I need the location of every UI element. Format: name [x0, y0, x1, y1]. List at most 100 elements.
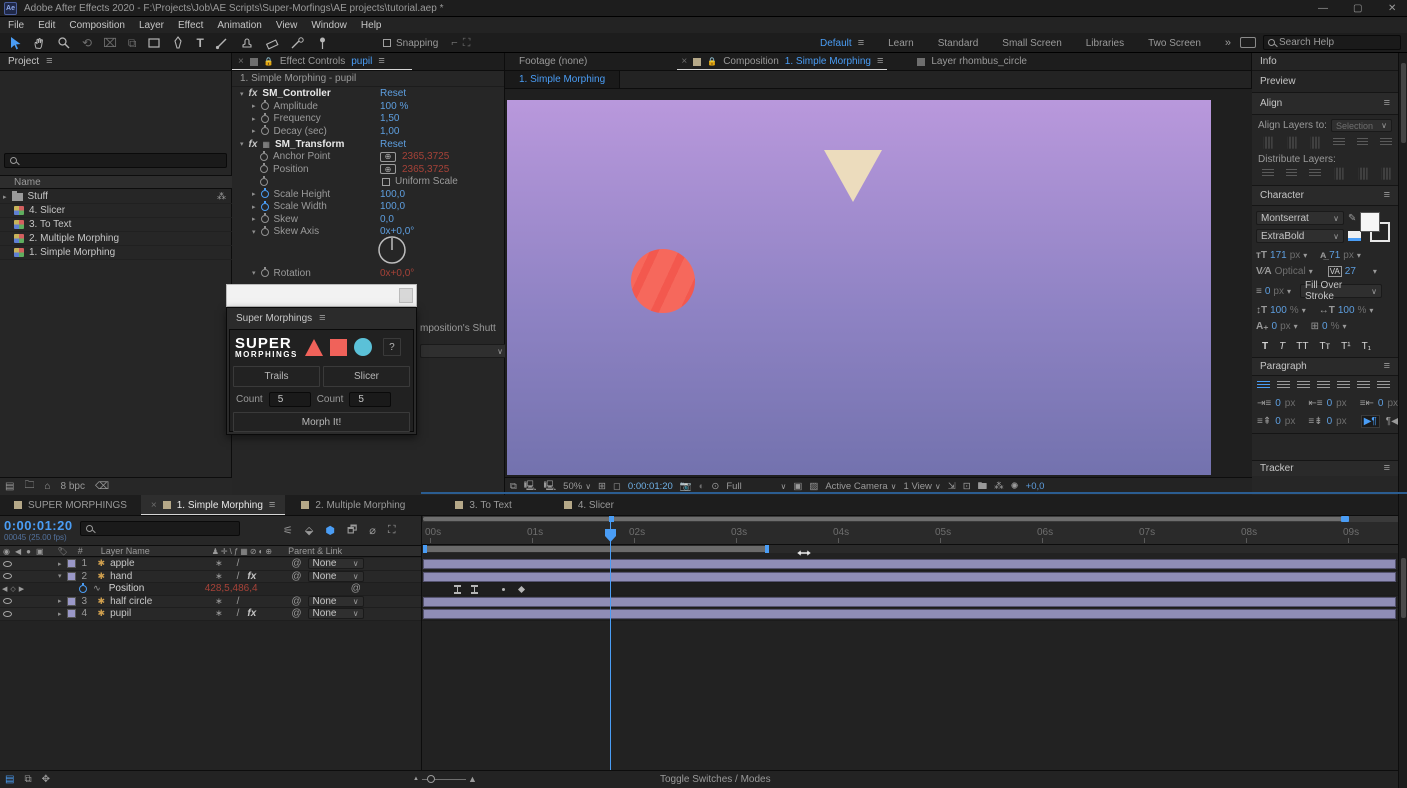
- property-rotation[interactable]: ▾ Rotation 0x+0,0°: [232, 267, 504, 280]
- stroke-width-dropdown-icon[interactable]: ▾: [1287, 287, 1291, 296]
- stroke-width-value[interactable]: 0: [1265, 286, 1271, 297]
- playhead-marker[interactable]: [604, 528, 617, 543]
- horizontal-scale-dropdown-icon[interactable]: ▾: [1369, 306, 1373, 315]
- pickwhip-icon[interactable]: @: [291, 608, 301, 619]
- stopwatch-icon[interactable]: [260, 178, 268, 186]
- project-columns-header[interactable]: Name: [0, 175, 232, 189]
- snap-expand-icon[interactable]: ⛶: [463, 37, 471, 50]
- render-queue-icon[interactable]: ▤: [5, 774, 14, 785]
- frame-blend-icon[interactable]: ⌀: [369, 524, 376, 537]
- type-tool-icon[interactable]: T: [196, 36, 203, 50]
- crosshair-button[interactable]: ⊕: [380, 164, 396, 174]
- transparency-grid-icon[interactable]: ▨: [809, 481, 818, 492]
- composition-tab[interactable]: × 🔒 Composition 1. Simple Morphing ≡: [677, 53, 887, 70]
- input-side-button[interactable]: [399, 288, 413, 303]
- count-input-1[interactable]: 5: [269, 392, 311, 407]
- property-decay[interactable]: ▸ Decay (sec) 1,00: [232, 125, 504, 138]
- eraser-tool-icon[interactable]: [265, 36, 279, 50]
- footage-tab[interactable]: Footage (none): [519, 56, 587, 67]
- layer-row-apple[interactable]: ▸ 1 ✱ apple ∗ / @ None∨: [0, 558, 421, 571]
- pen-tool-icon[interactable]: [172, 36, 185, 50]
- search-help-box[interactable]: Search Help: [1263, 35, 1401, 50]
- kerning-value[interactable]: Optical: [1275, 266, 1306, 277]
- layer-name[interactable]: apple: [110, 558, 215, 569]
- super-morphings-tab[interactable]: Super Morphings: [236, 313, 312, 324]
- property-value[interactable]: 100 %: [380, 101, 408, 112]
- paragraph-panel-header[interactable]: Paragraph ≡: [1252, 358, 1398, 376]
- align-layers-to-select[interactable]: Selection∨: [1331, 119, 1392, 132]
- property-value[interactable]: 428,5,486,4: [205, 583, 297, 594]
- layer-bar-hand[interactable]: [423, 572, 1396, 582]
- label-color-swatch[interactable]: [67, 609, 76, 618]
- layer-tab[interactable]: Layer rhombus_circle: [917, 56, 1027, 67]
- justify-last-right-button[interactable]: [1357, 381, 1370, 390]
- lock-icon[interactable]: 🔒: [707, 57, 717, 66]
- timeline-zoom-slider-knob[interactable]: [427, 775, 435, 783]
- trash-icon[interactable]: ⌫: [95, 481, 109, 492]
- morph-it-button[interactable]: Morph It!: [233, 412, 410, 432]
- fill-swatch[interactable]: [1360, 212, 1380, 232]
- lock-icon[interactable]: 🔒: [264, 57, 274, 66]
- draft-3d-icon[interactable]: ⬙: [305, 524, 313, 537]
- quality-switch[interactable]: /: [237, 608, 240, 619]
- work-area-bar[interactable]: [423, 546, 768, 552]
- graph-editor-icon[interactable]: 🗗: [347, 521, 357, 540]
- clone-stamp-tool-icon[interactable]: [240, 36, 254, 50]
- snapping-checkbox[interactable]: [383, 39, 391, 47]
- tab-close-icon[interactable]: ×: [681, 56, 687, 67]
- timeline-track-area[interactable]: 00s 01s 02s 03s 04s 05s 06s 07s 08s 09s: [422, 516, 1398, 770]
- exposure-offset[interactable]: +0,0: [1026, 481, 1045, 492]
- camera-tool-icon[interactable]: ⌧: [103, 36, 117, 50]
- space-before-value[interactable]: 0: [1275, 416, 1281, 427]
- menu-layer[interactable]: Layer: [139, 20, 164, 31]
- quality-switch[interactable]: /: [237, 596, 240, 607]
- timeline-search-input[interactable]: [80, 521, 240, 536]
- timeline-tab-simple-morphing[interactable]: × 1. Simple Morphing ≡: [141, 495, 285, 515]
- viewer-sub-tab[interactable]: 1. Simple Morphing: [505, 71, 620, 88]
- all-caps-button[interactable]: TT: [1296, 341, 1308, 352]
- stopwatch-icon[interactable]: [261, 215, 269, 223]
- property-name[interactable]: Position: [109, 583, 205, 594]
- keyframe-diamond-icon[interactable]: [518, 586, 525, 593]
- timeline-tab-super-morphings[interactable]: SUPER MORPHINGS: [0, 495, 141, 515]
- super-morphings-menu-icon[interactable]: ≡: [319, 313, 325, 324]
- workspace-standard[interactable]: Standard: [938, 38, 979, 49]
- layer-bar-pupil[interactable]: [423, 609, 1396, 619]
- expand-icon[interactable]: ▸: [58, 597, 62, 605]
- keyframe-nav-next-icon[interactable]: ▶: [19, 585, 24, 593]
- crosshair-button[interactable]: ⊕: [380, 152, 396, 162]
- quality-switch[interactable]: /: [237, 558, 240, 569]
- trails-button[interactable]: Trails: [233, 366, 320, 387]
- region-of-interest-icon[interactable]: ▣: [793, 481, 802, 492]
- workspace-menu-icon[interactable]: ≡: [858, 38, 864, 49]
- distribute-h-center-icon[interactable]: [1358, 168, 1367, 180]
- roto-brush-tool-icon[interactable]: [290, 36, 305, 50]
- work-area-start-handle[interactable]: [423, 545, 427, 553]
- label-color-swatch[interactable]: [67, 559, 76, 568]
- puppet-pin-tool-icon[interactable]: [316, 36, 329, 50]
- keyframe-nav-add-icon[interactable]: ◇: [10, 585, 15, 593]
- property-uniform-scale[interactable]: Uniform Scale: [232, 176, 504, 189]
- character-panel-header[interactable]: Character ≡: [1252, 186, 1398, 206]
- triangle-shape[interactable]: [824, 150, 882, 202]
- project-tab[interactable]: Project: [8, 56, 39, 67]
- collapse-switch-icon[interactable]: ∗: [215, 596, 223, 607]
- vertical-scrollbar[interactable]: [1398, 53, 1407, 788]
- always-preview-icon[interactable]: ⧉: [510, 481, 517, 492]
- align-left-icon[interactable]: [1263, 137, 1272, 149]
- show-channel-icon[interactable]: ⊙: [711, 481, 719, 492]
- menu-file[interactable]: File: [8, 20, 24, 31]
- align-menu-icon[interactable]: ≡: [1384, 98, 1390, 109]
- faux-bold-button[interactable]: T: [1262, 341, 1268, 352]
- toggle-mask-icon[interactable]: ◻: [613, 481, 621, 492]
- tracking-value[interactable]: 27: [1345, 266, 1356, 277]
- stopwatch-icon[interactable]: [79, 585, 87, 593]
- playhead-line[interactable]: [610, 522, 611, 770]
- snap-options-icon[interactable]: ⌐: [451, 37, 457, 49]
- fill-stroke-swatches[interactable]: [1360, 212, 1392, 244]
- track-row-position[interactable]: [422, 583, 1398, 596]
- small-caps-button[interactable]: Tᴛ: [1319, 341, 1330, 352]
- track-row[interactable]: [422, 596, 1398, 609]
- label-color-swatch[interactable]: [67, 597, 76, 606]
- indent-left-value[interactable]: 0: [1275, 398, 1281, 409]
